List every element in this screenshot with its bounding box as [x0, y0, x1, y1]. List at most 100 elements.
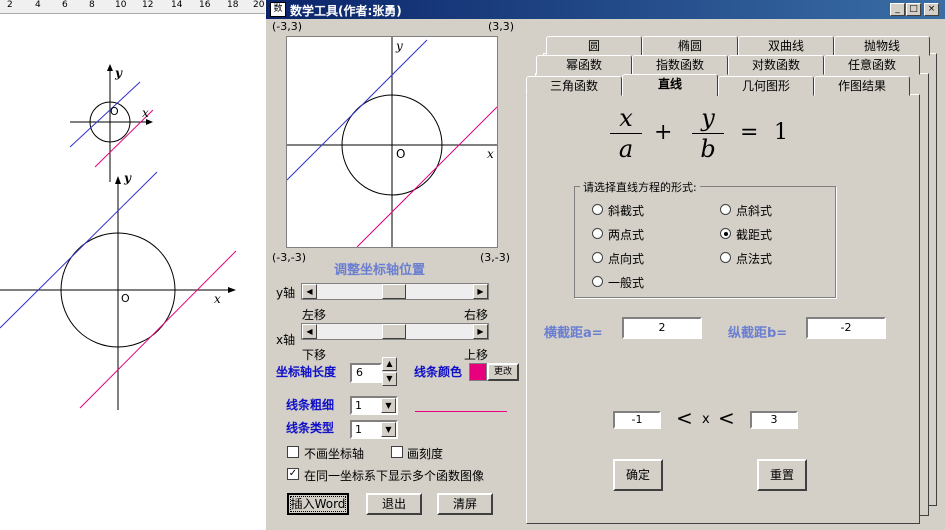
line-color-swatch	[469, 363, 487, 381]
maximize-button[interactable]: □	[906, 3, 921, 16]
axis-length-up-button[interactable]: ▲	[382, 357, 397, 371]
radio-general[interactable]	[592, 276, 603, 287]
plot-x-label: x	[487, 147, 494, 161]
ruler-tick: 18	[227, 0, 239, 10]
axis-length-label: 坐标轴长度	[276, 365, 337, 379]
ruler-tick: 16	[199, 0, 211, 10]
ruler: 2 4 6 8 10 12 14 16 18 20	[0, 0, 265, 22]
ruler-tick: 10	[115, 0, 127, 10]
close-button[interactable]: ×	[924, 3, 939, 16]
multi-graph-checkbox[interactable]: ✓	[287, 468, 299, 480]
y-axis-slider-left-button[interactable]: ◀	[302, 284, 317, 299]
x-axis-slider[interactable]: ◀ ▶	[301, 323, 489, 340]
x-intercept-label: 横截距a=	[544, 326, 603, 341]
range-max-input[interactable]: 3	[750, 411, 798, 429]
change-color-button[interactable]: 更改	[487, 363, 519, 381]
axis-length-down-button[interactable]: ▼	[382, 372, 397, 386]
range-min-input[interactable]: -1	[613, 411, 661, 429]
ruler-tick: 14	[171, 0, 183, 10]
word-document[interactable]: y x O y x O	[0, 22, 265, 530]
confirm-button[interactable]: 确定	[613, 459, 663, 491]
formula-fraction-bar	[692, 133, 724, 134]
radio-point-normal-label: 点法式	[736, 252, 773, 266]
x-axis-slider-label: x轴	[276, 333, 296, 347]
formula-denominator-a: a	[618, 135, 634, 163]
line-width-select[interactable]: 1 ▼	[350, 396, 398, 415]
tab-arbitrary-function[interactable]: 任意函数	[824, 55, 920, 75]
range-less-than-1: <	[676, 406, 693, 430]
large-graph-image[interactable]	[0, 170, 260, 415]
left-move-label: 左移	[302, 308, 327, 322]
tab-trig-function[interactable]: 三角函数	[526, 76, 622, 96]
tab-geometric-shapes[interactable]: 几何图形	[718, 76, 814, 96]
right-move-label: 右移	[464, 308, 489, 322]
radio-two-point[interactable]	[592, 228, 603, 239]
range-variable: x	[702, 412, 710, 427]
line-type-label: 线条类型	[286, 421, 335, 435]
radio-point-normal[interactable]	[720, 252, 731, 263]
formula-numerator-y: y	[701, 104, 715, 132]
tab-power-function[interactable]: 幂函数	[536, 55, 632, 75]
clear-button[interactable]: 清屏	[437, 493, 493, 515]
app-icon: 数	[270, 2, 286, 17]
tab-logarithmic-function[interactable]: 对数函数	[728, 55, 824, 75]
small-graph-image[interactable]	[60, 62, 160, 187]
ruler-tick: 20	[253, 0, 265, 10]
reset-button[interactable]: 重置	[757, 459, 807, 491]
radio-point-direction-label: 点向式	[608, 252, 645, 266]
radio-slope-intercept[interactable]	[592, 204, 603, 215]
preview-plot-svg	[287, 37, 497, 247]
insert-word-button[interactable]: 插入Word	[287, 493, 349, 515]
line-width-dropdown-icon[interactable]: ▼	[381, 398, 396, 413]
x-axis-slider-left-button[interactable]: ◀	[302, 324, 317, 339]
line-width-label: 线条粗细	[286, 398, 335, 412]
preview-plot[interactable]: y x O	[286, 36, 498, 248]
radio-point-slope-label: 点斜式	[736, 204, 773, 218]
tab-parabola[interactable]: 抛物线	[834, 36, 930, 56]
no-axis-label: 不画坐标轴	[304, 447, 365, 461]
line-style-preview	[415, 411, 507, 412]
ruler-tick: 8	[89, 0, 95, 10]
small-graph-x-label: x	[142, 106, 149, 120]
axis-length-input[interactable]: 6	[350, 363, 382, 383]
line-type-value: 1	[355, 423, 362, 436]
line-type-dropdown-icon[interactable]: ▼	[381, 422, 396, 437]
tab-exponential-function[interactable]: 指数函数	[632, 55, 728, 75]
minimize-button[interactable]: _	[890, 3, 905, 16]
radio-intercept[interactable]	[720, 228, 731, 239]
x-intercept-input[interactable]: 2	[622, 317, 702, 339]
y-axis-slider[interactable]: ◀ ▶	[301, 283, 489, 300]
formula-y-over-b: y b	[688, 104, 728, 163]
tab-ellipse[interactable]: 椭圆	[642, 36, 738, 56]
line-type-select[interactable]: 1 ▼	[350, 420, 398, 439]
exit-button[interactable]: 退出	[366, 493, 422, 515]
ruler-tick: 12	[142, 0, 154, 10]
axis-adjust-title: 调整坐标轴位置	[334, 263, 426, 278]
draw-ticks-checkbox[interactable]	[391, 446, 403, 458]
tab-hyperbola[interactable]: 双曲线	[738, 36, 834, 56]
ruler-tick: 4	[35, 0, 41, 10]
tab-circle[interactable]: 圆	[546, 36, 642, 56]
no-axis-checkbox[interactable]	[287, 446, 299, 458]
title-bar[interactable]: 数 数学工具(作者:张勇) _ □ ×	[266, 0, 945, 19]
app-window: 数 数学工具(作者:张勇) _ □ × (-3,3) (3,3) y x O (…	[265, 0, 945, 530]
radio-slope-intercept-label: 斜截式	[608, 204, 645, 218]
formula-one: 1	[774, 120, 788, 145]
ruler-tick: 2	[7, 0, 13, 10]
tab-plot-result[interactable]: 作图结果	[814, 76, 910, 96]
tab-line[interactable]: 直线	[622, 74, 718, 96]
y-intercept-input[interactable]: -2	[806, 317, 886, 339]
y-axis-slider-right-button[interactable]: ▶	[473, 284, 488, 299]
radio-point-slope[interactable]	[720, 204, 731, 215]
x-axis-slider-thumb[interactable]	[382, 324, 406, 339]
x-axis-slider-right-button[interactable]: ▶	[473, 324, 488, 339]
plot-corner-top-left: (-3,3)	[272, 20, 303, 33]
formula-plus: +	[654, 120, 673, 145]
multi-graph-label: 在同一坐标系下显示多个函数图像	[304, 469, 485, 483]
radio-general-label: 一般式	[608, 276, 645, 290]
formula-x-over-a: x a	[606, 104, 646, 163]
formula-denominator-b: b	[700, 135, 716, 163]
radio-point-direction[interactable]	[592, 252, 603, 263]
ruler-scale	[0, 13, 265, 22]
y-axis-slider-thumb[interactable]	[382, 284, 406, 299]
